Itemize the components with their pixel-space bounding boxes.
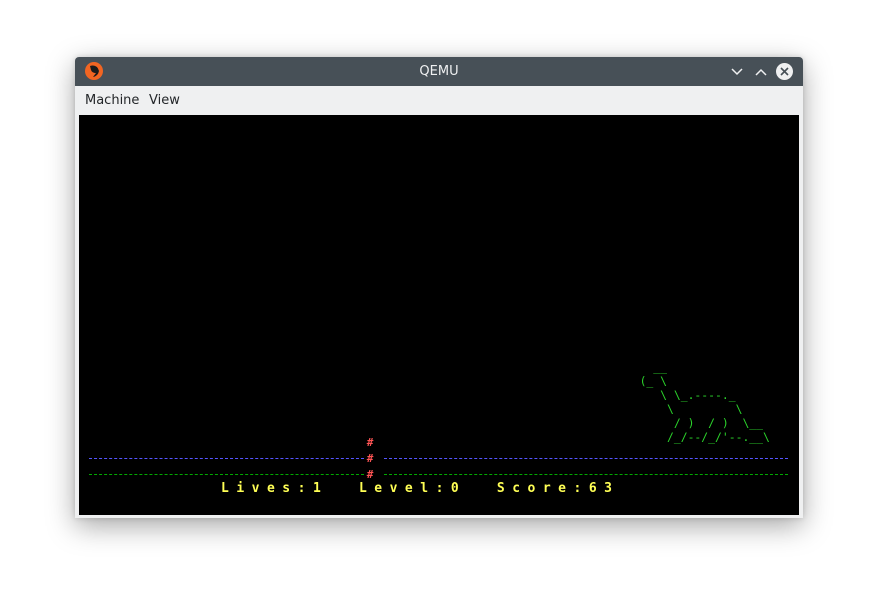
close-icon <box>780 67 789 76</box>
chevron-down-icon <box>730 67 743 75</box>
minimize-button[interactable] <box>728 63 745 80</box>
obstacle-segment: # <box>366 436 374 449</box>
maximize-button[interactable] <box>752 63 769 80</box>
emulator-display[interactable]: __ (_ \ \ \_.----._ \ \ / ) / ) \__ /_/-… <box>79 115 799 515</box>
title-bar[interactable]: QEMU <box>75 57 803 86</box>
ground-line-top <box>89 458 364 459</box>
obstacle-segment: # <box>366 468 374 481</box>
menu-bar: Machine View <box>75 86 803 115</box>
status-line: Lives:1 Level:0 Score:63 <box>221 481 620 496</box>
ground-line-top <box>384 458 788 459</box>
qemu-window: QEMU Machine View __ (_ \ \ \_.----._ \ … <box>75 57 803 518</box>
menu-view[interactable]: View <box>149 86 180 115</box>
ground-line-bottom <box>89 474 364 475</box>
menu-machine[interactable]: Machine <box>85 86 139 115</box>
ground-line-bottom <box>384 474 788 475</box>
window-title: QEMU <box>419 64 459 79</box>
dinosaur-sprite: __ (_ \ \ \_.----._ \ \ / ) / ) \__ /_/-… <box>639 360 770 444</box>
obstacle-segment: # <box>366 452 374 465</box>
chevron-up-icon <box>754 68 767 76</box>
close-button[interactable] <box>776 63 793 80</box>
